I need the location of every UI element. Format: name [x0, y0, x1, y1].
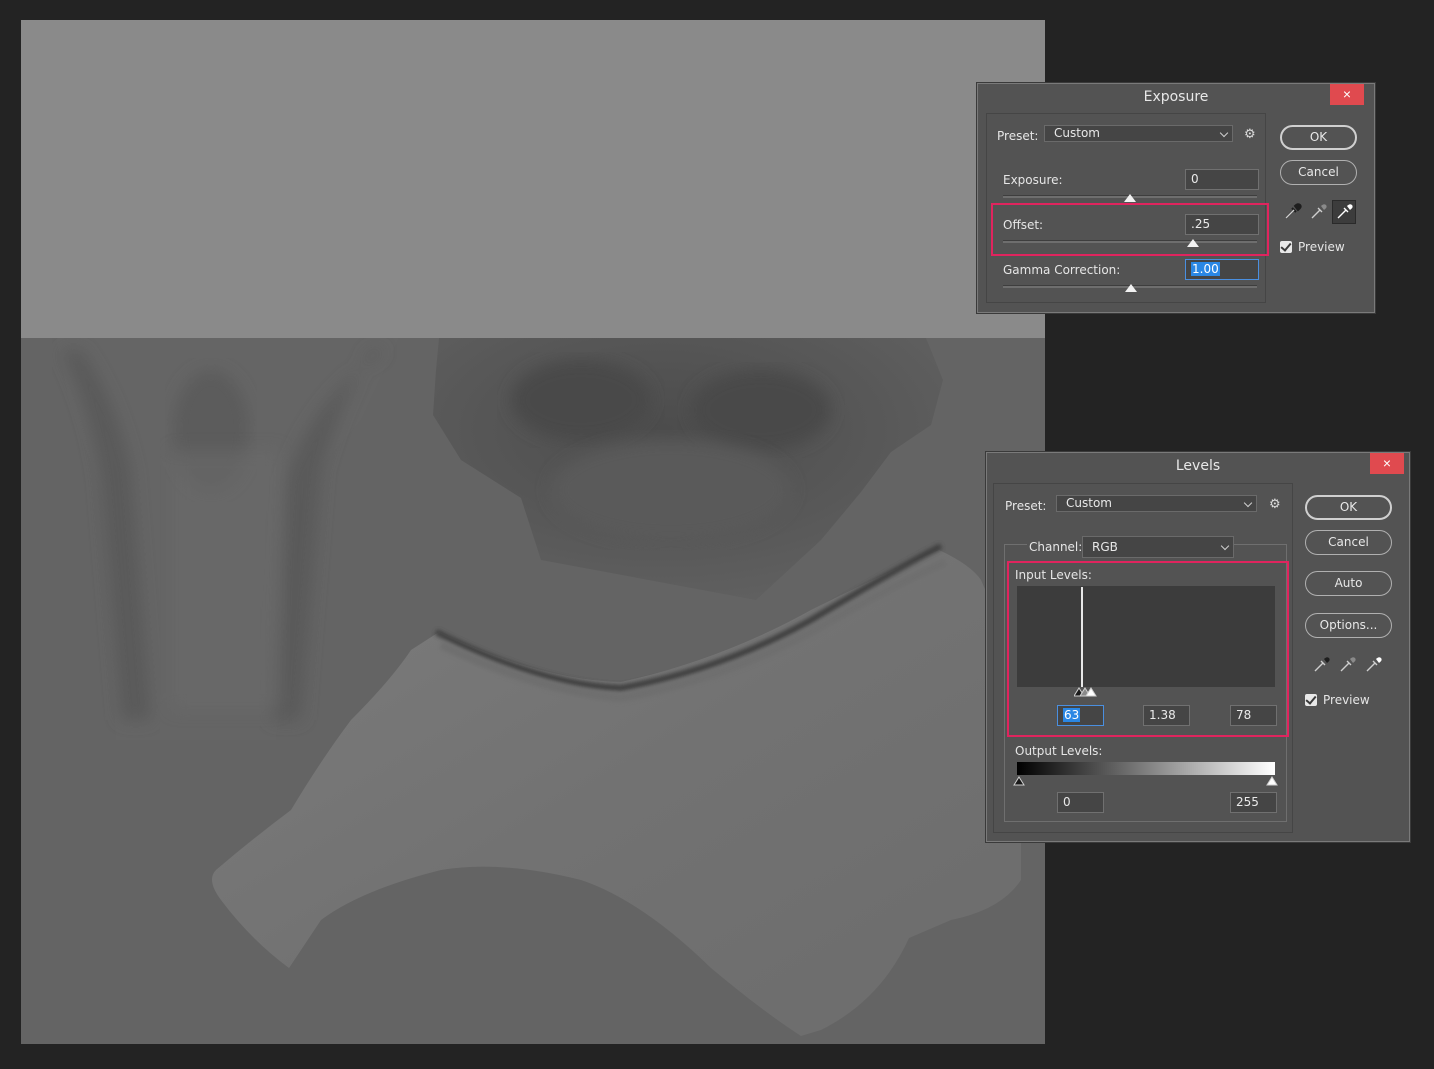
eyedropper-gray-icon[interactable] — [1336, 654, 1358, 676]
output-black-slider[interactable] — [1013, 776, 1025, 788]
eyedropper-white-icon[interactable] — [1362, 654, 1384, 676]
preview-label[interactable]: Preview — [1323, 693, 1370, 707]
preset-label: Preset: — [997, 129, 1039, 143]
channel-dropdown[interactable]: RGB — [1082, 536, 1234, 558]
gamma-selected-text: 1.00 — [1191, 262, 1220, 276]
gear-icon[interactable]: ⚙ — [1244, 127, 1256, 142]
channel-label: Channel: — [1027, 540, 1085, 554]
ok-button[interactable]: OK — [1280, 125, 1357, 150]
ok-button[interactable]: OK — [1305, 495, 1392, 520]
exposure-label: Exposure: — [1003, 173, 1063, 187]
eyedropper-white-icon[interactable] — [1332, 200, 1356, 224]
gamma-slider-thumb[interactable] — [1125, 284, 1137, 292]
options-button[interactable]: Options... — [1305, 613, 1392, 638]
eyedropper-black-icon[interactable] — [1310, 654, 1332, 676]
cancel-button[interactable]: Cancel — [1305, 530, 1392, 555]
eyedropper-black-icon[interactable] — [1281, 201, 1303, 223]
exposure-input[interactable]: 0 — [1185, 169, 1259, 190]
levels-dialog: Levels × Preset: Custom ⚙ Channel: RGB I… — [986, 452, 1410, 842]
input-levels-highlight-box — [1007, 561, 1289, 737]
exposure-dialog: Exposure × Preset: Custom ⚙ Exposure: 0 … — [977, 83, 1375, 313]
gear-icon[interactable]: ⚙ — [1269, 497, 1281, 512]
eyedropper-gray-icon[interactable] — [1307, 201, 1329, 223]
preset-value: Custom — [1054, 126, 1100, 140]
offset-highlight-box — [991, 203, 1269, 256]
output-levels-label: Output Levels: — [1015, 744, 1103, 758]
close-icon[interactable]: × — [1370, 453, 1404, 474]
chevron-down-icon — [1220, 541, 1230, 551]
gamma-correction-label: Gamma Correction: — [1003, 263, 1121, 277]
preset-dropdown[interactable]: Custom — [1044, 125, 1233, 142]
gamma-correction-input[interactable]: 1.00 — [1185, 259, 1259, 280]
preview-checkbox[interactable] — [1280, 241, 1292, 253]
texture-image — [21, 20, 1045, 1044]
preview-checkbox[interactable] — [1305, 694, 1317, 706]
preset-label: Preset: — [1005, 499, 1047, 513]
output-white-slider[interactable] — [1266, 776, 1278, 788]
levels-dialog-title[interactable]: Levels — [987, 453, 1409, 478]
preview-label[interactable]: Preview — [1298, 240, 1345, 254]
preset-dropdown[interactable]: Custom — [1056, 495, 1257, 512]
exposure-dialog-title[interactable]: Exposure — [978, 84, 1374, 109]
channel-value: RGB — [1092, 540, 1118, 554]
close-icon[interactable]: × — [1330, 84, 1364, 105]
exposure-slider-thumb[interactable] — [1124, 194, 1136, 202]
auto-button[interactable]: Auto — [1305, 571, 1392, 596]
chevron-down-icon — [1219, 128, 1229, 138]
document-canvas[interactable] — [21, 20, 1045, 1044]
output-gradient — [1017, 762, 1275, 775]
output-black-field[interactable]: 0 — [1057, 792, 1104, 813]
output-white-field[interactable]: 255 — [1230, 792, 1277, 813]
chevron-down-icon — [1243, 498, 1253, 508]
cancel-button[interactable]: Cancel — [1280, 160, 1357, 185]
preset-value: Custom — [1066, 496, 1112, 510]
